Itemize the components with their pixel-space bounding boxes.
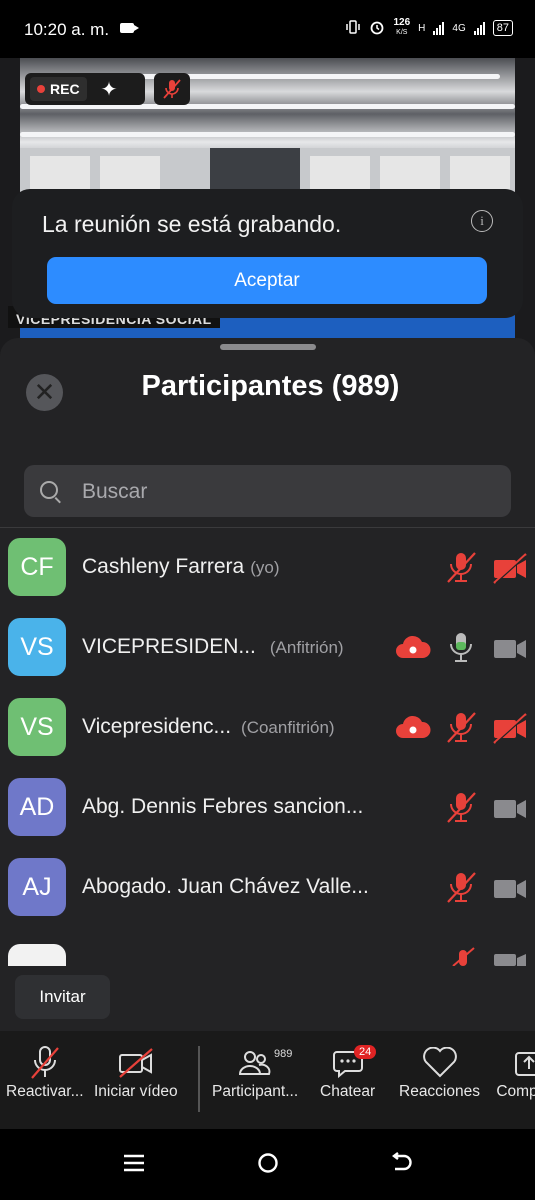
participants-count: 989 [274,1048,293,1060]
mic-on-icon [450,633,472,662]
participant-row[interactable]: AJ Abogado. Juan Chávez Valle... [0,850,535,930]
video-off-icon [493,553,527,584]
cloud-recording-icon [396,635,431,658]
rec-label: REC [50,81,80,97]
participant-row[interactable]: CF Cashleny Farrera (yo) [0,530,535,610]
participant-row-partial[interactable] [0,936,535,966]
participants-button[interactable]: 989 Participant... [212,1043,298,1101]
video-icon [494,800,526,818]
network-speed: 126 K/S [393,17,411,37]
divider [0,527,535,528]
chat-label: Chatear [320,1083,376,1100]
video-icon [494,954,526,966]
sheet-drag-handle[interactable] [220,344,316,350]
home-icon[interactable] [256,1151,280,1175]
status-time: 10:20 a. m. [24,20,110,39]
alarm-icon [369,19,385,38]
participant-row[interactable]: AD Abg. Dennis Febres sancion... [0,770,535,850]
search-icon [40,481,58,499]
participants-label: Participant... [212,1083,299,1100]
participant-role: (Anfitrión) [269,638,344,657]
mic-muted-icon [447,712,476,743]
participant-name: Cashleny Farrera [82,555,245,578]
sheet-title: Participantes (989) [141,370,400,402]
avatar: AJ [8,858,66,916]
signal-4g-label: 4G [452,22,466,34]
signal-icon-2 [473,21,485,35]
avatar: VS [8,618,66,676]
video-off-icon [493,713,527,744]
video-call-icon [120,23,139,33]
heart-icon [422,1047,457,1078]
mic-muted-icon [30,1046,59,1079]
invite-button[interactable]: Invitar [15,975,110,1019]
status-icons: 126 K/S H 4G 87 [345,18,513,38]
mic-muted-icon [452,947,475,966]
mic-muted-icon [163,79,181,99]
chat-badge: 24 [354,1045,377,1059]
mic-muted-icon [447,552,476,583]
cloud-recording-icon [396,715,431,738]
avatar [8,944,66,966]
start-video-label: Iniciar vídeo [94,1083,178,1100]
share-button[interactable]: Comp [496,1043,535,1101]
participant-name: Abg. Dennis Febres sancion... [82,795,364,818]
sparkle-icon[interactable]: ✦ [101,77,118,102]
battery-indicator: 87 [492,20,513,36]
vibrate-icon [345,19,361,38]
reactions-button[interactable]: Reacciones [399,1043,480,1101]
status-bar: 10:20 a. m. 126 K/S H 4G 87 [0,0,535,58]
rec-dot-icon [37,85,45,93]
video-off-icon [118,1048,153,1078]
reactions-label: Reacciones [399,1083,480,1100]
search-input[interactable] [80,465,504,519]
signal-icon [433,21,445,35]
rec-pill: REC [30,77,87,101]
unmute-button[interactable]: Reactivar... [6,1043,84,1101]
participants-icon [239,1051,271,1075]
participant-row[interactable]: VS Vicepresidenc... (Coanfitrión) [0,690,535,770]
avatar: CF [8,538,66,596]
search-bar[interactable] [24,465,511,519]
share-icon [515,1052,535,1076]
recording-indicator[interactable]: REC ✦ [25,73,145,105]
accept-button[interactable]: Aceptar [47,257,487,304]
speaker-muted-indicator [154,73,190,105]
meeting-toolbar: Reactivar... Iniciar vídeo 989 Participa… [0,1031,535,1129]
mic-muted-icon [447,792,476,823]
back-icon[interactable] [389,1151,413,1175]
signal-h-label: H [418,22,426,34]
video-icon [494,640,526,658]
share-label: Comp [496,1083,535,1100]
participant-role: (yo) [250,558,280,577]
participant-name: VICEPRESIDEN... [82,635,256,658]
avatar: AD [8,778,66,836]
participant-name: Vicepresidenc... [82,715,232,738]
participant-role: (Coanfitrión) [241,718,335,737]
toolbar-separator [198,1046,200,1112]
recent-apps-icon[interactable] [123,1151,145,1175]
participant-name: Abogado. Juan Chávez Valle... [82,875,369,898]
unmute-label: Reactivar... [6,1083,84,1100]
avatar: VS [8,698,66,756]
participant-list: CF Cashleny Farrera (yo) VS VICEPRESIDEN.… [0,530,535,966]
video-icon [494,880,526,898]
info-icon[interactable]: i [471,210,493,232]
mic-muted-icon [447,872,476,903]
chat-button[interactable]: 24 Chatear [320,1043,377,1101]
ceiling-light [20,132,515,137]
start-video-button[interactable]: Iniciar vídeo [94,1043,178,1101]
system-nav-bar [0,1129,535,1200]
recording-message: La reunión se está grabando. [42,211,342,237]
recording-notice: La reunión se está grabando. i Aceptar [12,189,523,318]
participant-row[interactable]: VS VICEPRESIDEN... (Anfitrión) [0,610,535,690]
